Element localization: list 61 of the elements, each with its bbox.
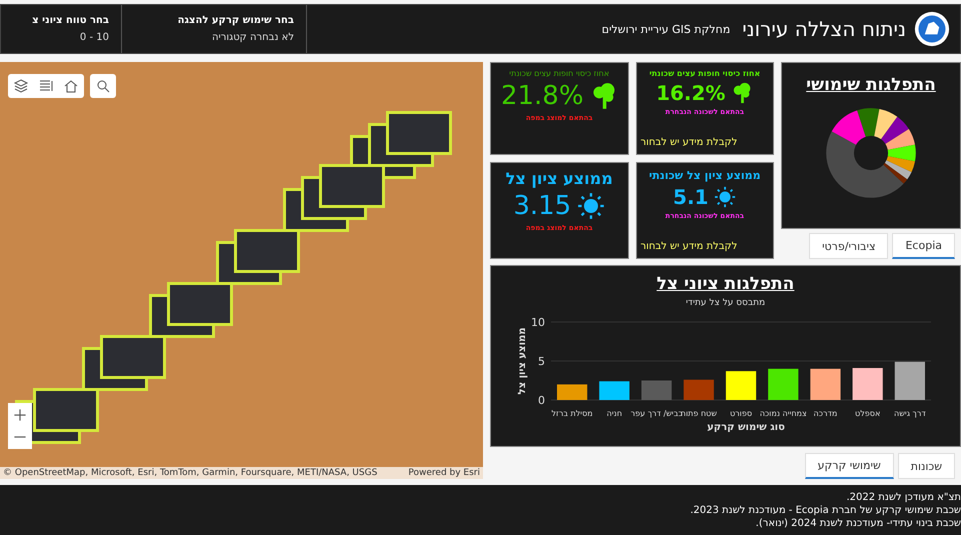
footer-note: שכבת בינוי עתידי- מעודכנת לשנת 2024 (ינואר). [756,518,961,528]
map-drawing[interactable]: © OpenStreetMap, Microsoft, Esri, TomTom, Garmin, Foursquare, METI/NASA, USGS Powered by Esri [0,62,483,479]
layers-icon[interactable] [13,78,29,94]
building-shape [319,164,385,208]
card-title: אחוז כיסוי חופות עצים שכונתי [509,69,610,78]
x-tick-label: דרך גישה [894,409,926,418]
building-shape [100,335,166,379]
chart-bar [683,380,714,400]
panel-tab[interactable]: Ecopia [892,233,955,260]
x-tick-label: ספורט [729,409,752,418]
y-tick-label: 5 [538,355,544,368]
chart-bar [852,368,882,400]
chart-bar [598,382,629,400]
card-title: אחוז כיסוי חופות עצים שכונתי [649,69,760,78]
y-tick-label: 10 [530,316,544,330]
chart-bar [768,369,798,400]
y-axis-title: ממוצע ציון צל [516,328,528,395]
building-shape [386,111,452,155]
x-tick-label: צמחייה נמוכה [759,409,806,418]
panel-title: התפלגות ציוני צל [656,274,794,294]
card-title: ממוצע ציון צל [506,169,613,188]
home-icon[interactable] [63,78,79,94]
sun-icon [714,186,736,208]
footer-note: שכבת שימושי קרקע של חברת Ecopia - מעודכנת לשנת 2023. [690,504,961,516]
chart-bar [640,380,672,400]
map-attribution: © OpenStreetMap, Microsoft, Esri, TomTom, Garmin, Foursquare, METI/NASA, USGS [3,468,378,478]
card-value: 16.2% [656,81,726,105]
card-title: ממוצע ציון צל שכונתי [648,169,761,182]
chart-bar [894,362,924,400]
panel-title: התפלגות שימושי [806,75,936,95]
city-emblem-icon [914,11,950,47]
x-tick-label: אספלט [854,409,880,418]
x-tick-label: מסילת ברזל [551,409,592,418]
building-shape [167,282,233,326]
panel-tab[interactable]: ציבורי/פרטי [809,233,888,260]
list-icon[interactable] [38,78,54,94]
card-hint: לקבלת מידע יש לבחור [640,137,738,148]
panel-tab[interactable]: שכונות [898,453,955,479]
footer-note: תצ"א מעודכן לשנת 2022. [846,492,961,502]
x-tick-label: מדרכה [813,409,837,418]
y-tick-label: 0 [538,394,544,408]
app-subtitle: מחלקת GIS עיריית ירושלים [602,22,730,36]
sun-icon [577,192,606,220]
card-value: 21.8% [500,81,584,111]
panel-tab[interactable]: שימושי קרקע [804,453,894,479]
powered-by-text: Powered by Esri [408,468,480,478]
building-shape [33,388,99,432]
chart-bar [810,369,840,400]
filter-selector[interactable]: בחר שימוש קרקע להצגה לא נבחרה קטגוריה [122,5,307,53]
x-tick-label: שטח פתוח [680,409,716,418]
app-title: ניתוח הצללה עירוני [742,17,906,41]
card-value: 5.1 [673,185,708,210]
building-shape [234,229,300,273]
x-tick-label: כביש/ דרך עפר [630,409,682,418]
card-hint: לקבלת מידע יש לבחור [640,241,738,252]
x-tick-label: חניה [606,409,622,418]
card-value: 3.15 [513,191,572,222]
chart-bar [556,384,587,400]
search-icon[interactable] [95,78,111,94]
panel-subtitle: מתבסס על צל עתידי [686,298,766,308]
chart-bar [725,372,756,400]
